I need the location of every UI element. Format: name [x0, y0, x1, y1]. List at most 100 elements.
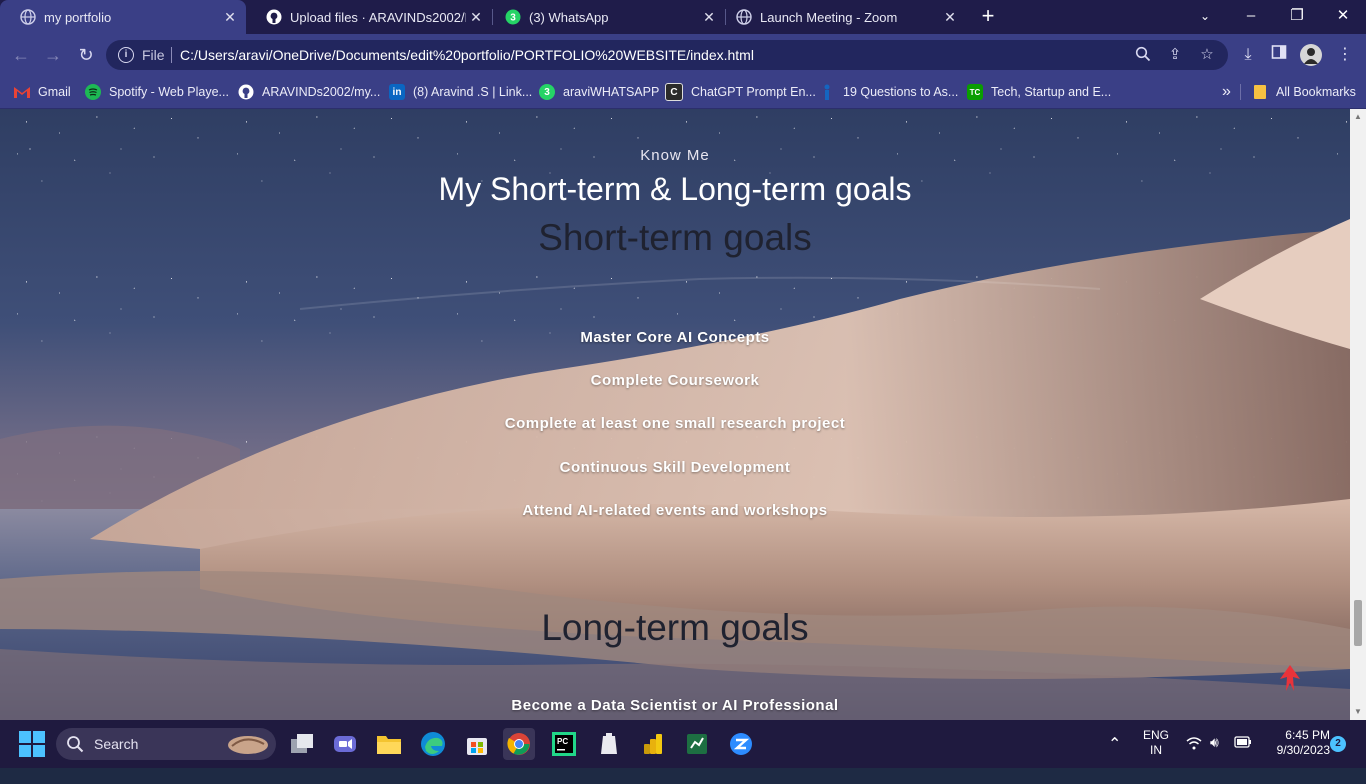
bookmark-label: 19 Questions to As...: [843, 85, 959, 99]
whatsapp-badge: 3: [510, 13, 516, 24]
tab-zoom[interactable]: Launch Meeting - Zoom ✕: [716, 0, 966, 34]
taskbar-search-box[interactable]: Search: [56, 728, 276, 760]
short-term-goal-item: Attend AI-related events and workshops: [522, 502, 828, 519]
bookmark-label: ChatGPT Prompt En...: [691, 85, 816, 99]
bookmark-label: Spotify - Web Playe...: [109, 85, 229, 99]
clock-time: 6:45 PM: [1285, 728, 1330, 742]
bookmarks-bar: Gmail Spotify - Web Playe... ARAVINDs200…: [0, 76, 1366, 109]
long-term-goal-item: Become a Data Scientist or AI Profession…: [511, 697, 839, 714]
notification-badge[interactable]: 2: [1330, 736, 1346, 752]
scheme-label: File: [142, 47, 165, 63]
bookmark-whatsapp[interactable]: 3 araviWHATSAPP: [539, 82, 659, 102]
github-icon: [266, 9, 282, 25]
bookmark-label: Gmail: [38, 85, 71, 99]
back-icon[interactable]: ←: [8, 42, 34, 68]
scrollbar-thumb[interactable]: [1354, 600, 1362, 646]
wifi-icon[interactable]: [1186, 736, 1202, 784]
page-viewport: Know Me My Short-term & Long-term goals …: [0, 109, 1350, 720]
language-indicator[interactable]: ENG IN: [1136, 728, 1176, 776]
scroll-down-arrow-icon[interactable]: ▼: [1350, 704, 1366, 720]
window-close-icon[interactable]: ✕: [1320, 0, 1366, 34]
close-icon[interactable]: ✕: [220, 9, 240, 26]
teams-icon[interactable]: [329, 728, 361, 760]
bookmark-gmail[interactable]: Gmail: [14, 82, 71, 102]
tab-whatsapp[interactable]: 3 (3) WhatsApp ✕: [485, 0, 725, 34]
gmail-icon: [14, 84, 30, 100]
bookmark-label: ARAVINDs2002/my...: [262, 85, 381, 99]
minimize-icon[interactable]: –: [1228, 0, 1274, 34]
search-icon: [66, 735, 84, 756]
bookmark-label: araviWHATSAPP: [563, 85, 660, 99]
tab-search-icon[interactable]: ⌄: [1182, 0, 1228, 34]
tab-title: Launch Meeting - Zoom: [760, 9, 898, 25]
globe-icon: [20, 9, 36, 25]
all-bookmarks-button[interactable]: All Bookmarks: [1252, 82, 1356, 102]
tab-upload-files[interactable]: Upload files · ARAVINDs2002/M ✕: [246, 0, 492, 34]
zoom-icon[interactable]: [725, 728, 757, 760]
address-bar[interactable]: i File C:/Users/aravi/OneDrive/Documents…: [106, 40, 1228, 70]
short-term-goal-item: Complete at least one small research pro…: [504, 415, 846, 432]
show-hidden-icons-chevron-icon[interactable]: ⌃: [1108, 734, 1121, 782]
bookmark-questions[interactable]: 19 Questions to As...: [819, 82, 958, 102]
tab-title: Upload files · ARAVINDs2002/M: [290, 9, 466, 25]
bookmark-label: Tech, Startup and E...: [991, 85, 1112, 99]
tab-title: my portfolio: [44, 9, 112, 25]
zoom-magnifier-icon[interactable]: [1134, 46, 1152, 64]
region-code: IN: [1150, 743, 1162, 757]
tab-title: (3) WhatsApp: [529, 9, 609, 25]
search-highlight-icon: [226, 732, 270, 759]
edge-icon[interactable]: [417, 728, 449, 760]
short-term-goal-item: Complete Coursework: [590, 372, 760, 389]
bookmark-chatgpt[interactable]: C ChatGPT Prompt En...: [665, 82, 816, 102]
whatsapp-icon: 3: [505, 9, 521, 25]
more-bookmarks-button[interactable]: »: [1222, 82, 1231, 102]
github-icon: [238, 84, 254, 100]
power-bi-icon[interactable]: [637, 728, 669, 760]
notepad-icon[interactable]: [593, 728, 625, 760]
bookmark-star-icon[interactable]: ☆: [1198, 46, 1216, 64]
divider: [171, 47, 172, 63]
short-term-title: Short-term goals: [538, 217, 812, 258]
bookmark-spotify[interactable]: Spotify - Web Playe...: [85, 82, 229, 102]
new-tab-button[interactable]: +: [976, 4, 1000, 28]
scroll-to-top-arrow-icon[interactable]: [1278, 663, 1302, 695]
chrome-icon[interactable]: [503, 728, 535, 760]
forward-icon[interactable]: →: [40, 42, 66, 68]
url-text[interactable]: C:/Users/aravi/OneDrive/Documents/edit%2…: [180, 47, 754, 63]
tab-my-portfolio[interactable]: my portfolio ✕: [0, 0, 246, 34]
scroll-up-arrow-icon[interactable]: ▲: [1350, 109, 1366, 125]
goals-section: Know Me My Short-term & Long-term goals …: [0, 109, 1350, 720]
share-icon[interactable]: ⇪: [1166, 46, 1184, 64]
restore-icon[interactable]: ❐: [1274, 0, 1320, 34]
microsoft-store-icon[interactable]: [461, 728, 493, 760]
windows-taskbar: Search PC ⌃ ENG IN 🔊︎ 6:45 PM 9/30/2023 …: [0, 720, 1366, 768]
pycharm-icon[interactable]: PC: [548, 728, 580, 760]
side-panel-icon[interactable]: [1268, 44, 1290, 66]
site-info-icon[interactable]: i: [118, 47, 134, 63]
task-view-icon[interactable]: [286, 728, 318, 760]
spotify-icon: [85, 84, 101, 100]
volume-icon[interactable]: 🔊︎: [1210, 734, 1219, 782]
bookmark-label: All Bookmarks: [1276, 85, 1356, 99]
profile-avatar[interactable]: [1300, 44, 1322, 66]
menu-icon[interactable]: ⋮: [1334, 44, 1356, 66]
bookmark-github[interactable]: ARAVINDs2002/my...: [238, 82, 380, 102]
windows-start-icon[interactable]: [16, 728, 48, 760]
close-icon[interactable]: ✕: [940, 9, 960, 26]
page-scrollbar[interactable]: ▲ ▼: [1350, 109, 1366, 720]
bookmark-techcrunch[interactable]: TC Tech, Startup and E...: [967, 82, 1111, 102]
linkedin-icon: in: [389, 84, 405, 100]
bookmark-linkedin[interactable]: in (8) Aravind .S | Link...: [389, 82, 532, 102]
section-eyebrow: Know Me: [640, 147, 710, 164]
download-icon[interactable]: ⤓: [1237, 44, 1259, 66]
file-explorer-icon[interactable]: [373, 728, 405, 760]
close-icon[interactable]: ✕: [466, 9, 486, 26]
excel-icon[interactable]: [681, 728, 713, 760]
clock[interactable]: 6:45 PM 9/30/2023: [1262, 728, 1330, 776]
section-heading: My Short-term & Long-term goals: [438, 171, 912, 207]
reload-icon[interactable]: ↻: [73, 42, 99, 68]
whatsapp-icon: 3: [539, 84, 555, 100]
battery-icon[interactable]: [1234, 736, 1252, 784]
folder-icon: [1252, 84, 1268, 100]
tab-strip: my portfolio ✕ Upload files · ARAVINDs20…: [0, 0, 1366, 34]
